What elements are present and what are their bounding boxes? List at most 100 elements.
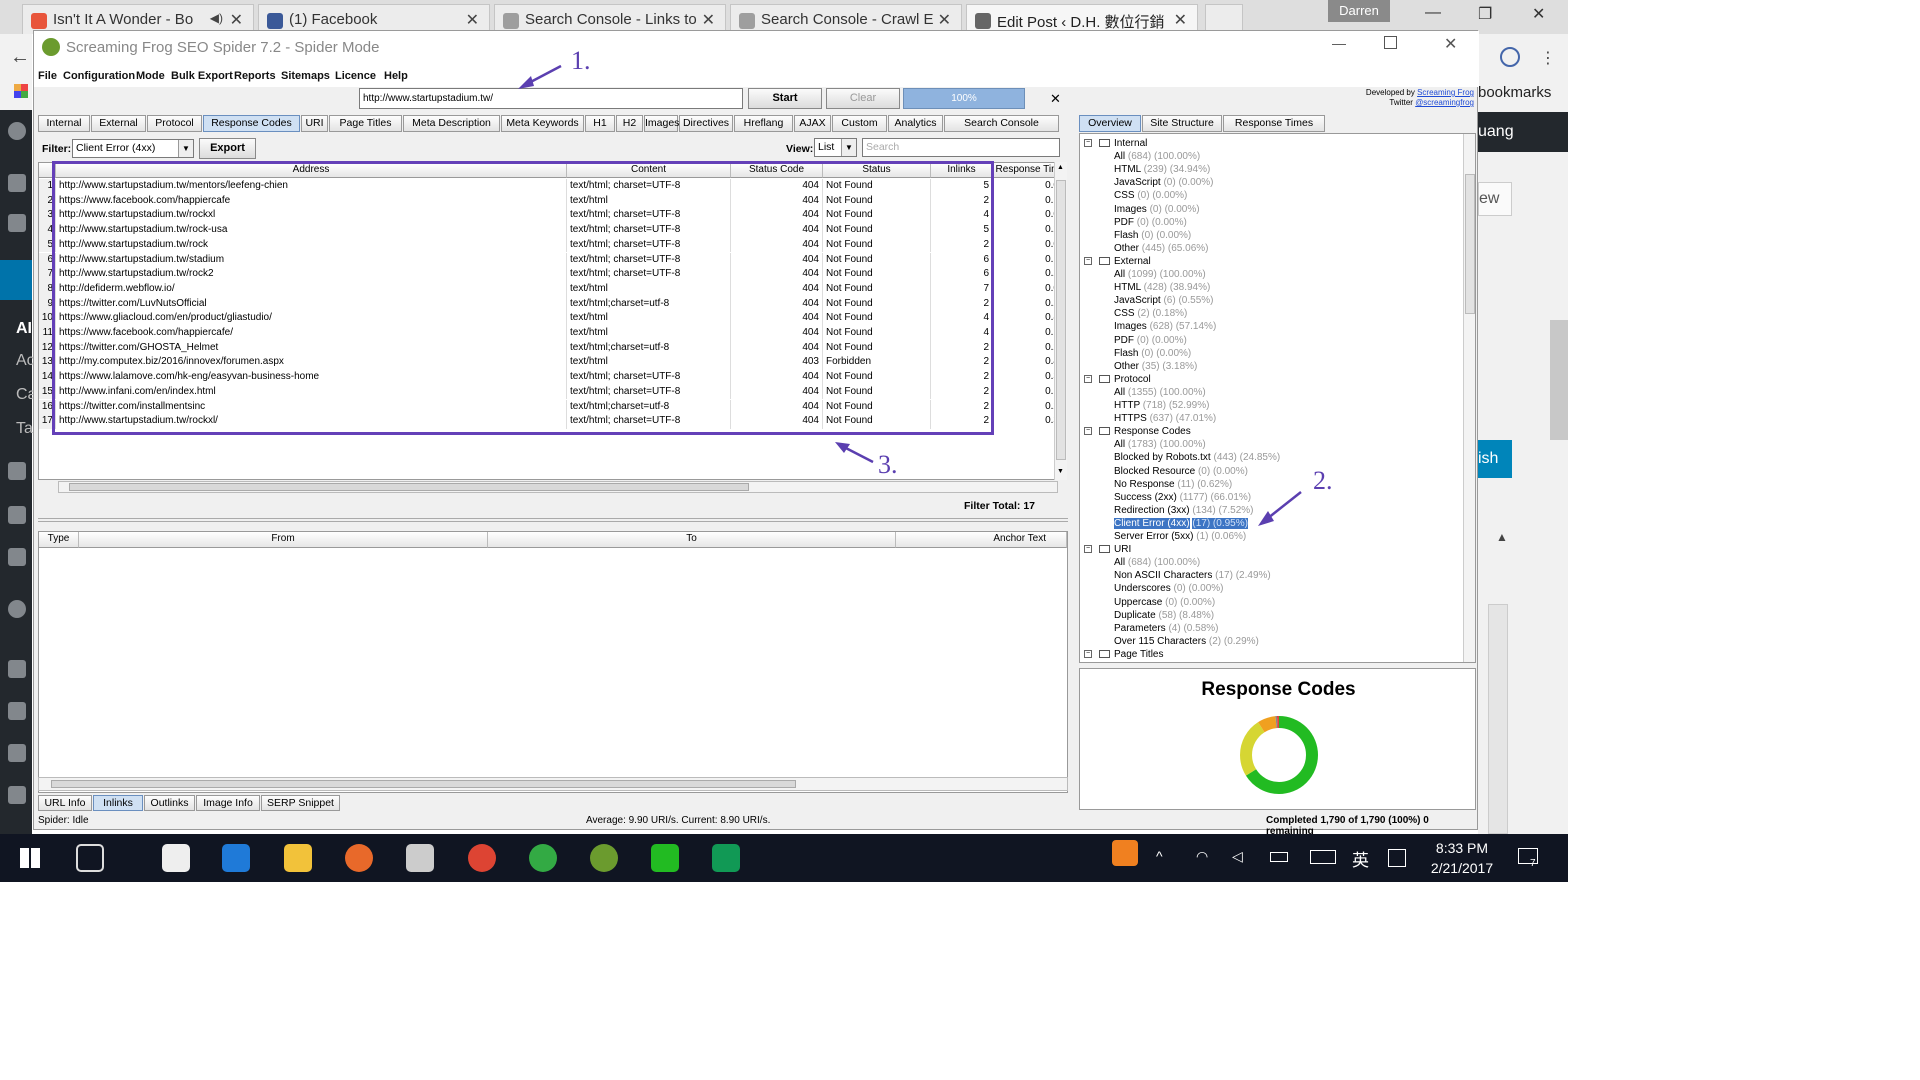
menu-configuration[interactable]: Configuration xyxy=(63,70,135,82)
edge-icon[interactable] xyxy=(222,844,250,872)
tab-uri[interactable]: URI xyxy=(301,115,328,132)
tab-h2[interactable]: H2 xyxy=(616,115,643,132)
tree-item[interactable]: CSS (2) (0.18%) xyxy=(1114,307,1187,320)
detail-header-type[interactable]: Type xyxy=(39,532,79,548)
tray-chevron-up-icon[interactable]: ^ xyxy=(1156,848,1163,864)
google-icon[interactable] xyxy=(8,600,26,618)
tab-response-codes[interactable]: Response Codes xyxy=(203,115,300,132)
tab-internal[interactable]: Internal xyxy=(38,115,90,132)
tree-group[interactable]: External xyxy=(1114,255,1151,268)
wp-user-area[interactable]: uang xyxy=(1478,112,1568,152)
hangouts-icon[interactable] xyxy=(712,844,740,872)
table-row[interactable]: 17 http://www.startupstadium.tw/rockxl/te… xyxy=(39,414,1063,429)
tree-item[interactable]: Over 115 Characters (2) (0.29%) xyxy=(1114,635,1259,648)
clear-url-icon[interactable]: ✕ xyxy=(1050,91,1061,107)
screaming-frog-taskbar-icon[interactable] xyxy=(590,844,618,872)
splitter[interactable] xyxy=(38,518,1068,522)
tab-audio-icon[interactable]: ◀) xyxy=(210,11,223,25)
tree-collapse-icon[interactable]: − xyxy=(1084,139,1092,147)
results-vertical-scrollbar[interactable]: ▲ ▼ xyxy=(1054,162,1067,480)
detail-tab-outlinks[interactable]: Outlinks xyxy=(144,795,195,811)
tab-search-console[interactable]: Search Console xyxy=(944,115,1059,132)
apps-icon[interactable] xyxy=(14,84,28,98)
tree-item[interactable]: Parameters (4) (0.58%) xyxy=(1114,622,1218,635)
tree-item[interactable]: Underscores (0) (0.00%) xyxy=(1114,582,1224,595)
developer-link[interactable]: Screaming Frog xyxy=(1417,88,1474,97)
table-row[interactable]: 14 https://www.lalamove.com/hk-eng/easyva… xyxy=(39,370,1063,385)
tree-group[interactable]: Protocol xyxy=(1114,373,1151,386)
plugins-icon[interactable] xyxy=(8,702,26,720)
tree-item[interactable]: Success (2xx) (1177) (66.01%) xyxy=(1114,491,1251,504)
menu-sitemaps[interactable]: Sitemaps xyxy=(281,70,330,82)
column-header-status[interactable]: Status xyxy=(823,163,931,178)
task-view-icon[interactable] xyxy=(76,844,104,872)
wifi-icon[interactable]: ◠ xyxy=(1196,848,1208,865)
tab-close-icon[interactable]: ✕ xyxy=(702,10,715,30)
tree-item[interactable]: Images (0) (0.00%) xyxy=(1114,203,1200,216)
clock-date[interactable]: 2/21/2017 xyxy=(1426,860,1498,876)
appearance-icon[interactable] xyxy=(8,660,26,678)
snipping-tool-icon[interactable] xyxy=(406,844,434,872)
tree-item[interactable]: PDF (0) (0.00%) xyxy=(1114,334,1187,347)
table-row[interactable]: 12 https://twitter.com/GHOSTA_Helmet text/… xyxy=(39,340,1063,356)
menu-dots-icon[interactable]: ⋮ xyxy=(1540,48,1556,68)
menu-licence[interactable]: Licence xyxy=(335,70,376,82)
table-row[interactable]: 9 https://twitter.com/LuvNutsOfficial text… xyxy=(39,296,1063,312)
tab-ajax[interactable]: AJAX xyxy=(794,115,831,132)
view-dropdown[interactable]: List ▼ xyxy=(814,138,857,157)
menu-bulk-export[interactable]: Bulk Export xyxy=(171,70,233,82)
tree-item[interactable]: All (684) (100.00%) xyxy=(1114,150,1200,163)
tab-page-titles[interactable]: Page Titles xyxy=(329,115,402,132)
detail-horizontal-scrollbar[interactable] xyxy=(38,777,1068,791)
tree-item[interactable]: Duplicate (58) (8.48%) xyxy=(1114,609,1214,622)
detail-tab-url-info[interactable]: URL Info xyxy=(38,795,92,811)
column-header-status-code[interactable]: Status Code xyxy=(731,163,823,178)
tree-group[interactable]: Response Codes xyxy=(1114,425,1191,438)
restore-icon[interactable]: ❐ xyxy=(1478,4,1492,24)
tree-item[interactable]: Blocked Resource (0) (0.00%) xyxy=(1114,465,1248,478)
tree-item[interactable]: Uppercase (0) (0.00%) xyxy=(1114,596,1215,609)
tab-directives[interactable]: Directives xyxy=(679,115,733,132)
comments-icon[interactable] xyxy=(8,548,26,566)
tree-item[interactable]: All (1099) (100.00%) xyxy=(1114,268,1206,281)
scroll-down-icon[interactable]: ▼ xyxy=(1057,468,1064,475)
tools-icon[interactable] xyxy=(8,786,26,804)
tab-external[interactable]: External xyxy=(91,115,146,132)
notification-app-icon[interactable] xyxy=(1112,840,1138,866)
browser-user-badge[interactable]: Darren xyxy=(1328,0,1390,22)
input-language[interactable]: 英 xyxy=(1352,846,1369,871)
detail-header-anchor-text[interactable]: Anchor Text xyxy=(896,532,1067,548)
pages-icon[interactable] xyxy=(8,506,26,524)
tab-analytics[interactable]: Analytics xyxy=(888,115,943,132)
tree-item[interactable]: HTML (239) (34.94%) xyxy=(1114,163,1210,176)
tree-item[interactable]: All (1355) (100.00%) xyxy=(1114,386,1206,399)
bookmarks-label[interactable]: bookmarks xyxy=(1478,84,1551,101)
chrome-icon[interactable] xyxy=(529,844,557,872)
close-icon[interactable]: ✕ xyxy=(1532,4,1545,24)
tree-item[interactable]: All (1783) (100.00%) xyxy=(1114,438,1206,451)
h-scroll-thumb[interactable] xyxy=(69,483,749,491)
tab-protocol[interactable]: Protocol xyxy=(147,115,202,132)
wordpress-logo-icon[interactable] xyxy=(8,122,26,140)
tree-item[interactable]: Flash (0) (0.00%) xyxy=(1114,347,1191,360)
table-row[interactable]: 11 https://www.facebook.com/happiercafe/t… xyxy=(39,326,1063,341)
detail-h-scroll-thumb[interactable] xyxy=(51,780,796,788)
chrome-user-icon[interactable] xyxy=(468,844,496,872)
app-minimize-icon[interactable]: — xyxy=(1332,35,1346,51)
tree-collapse-icon[interactable]: − xyxy=(1084,374,1092,383)
tab-close-icon[interactable]: ✕ xyxy=(466,10,479,30)
calculator-icon[interactable] xyxy=(162,844,190,872)
tree-collapse-icon[interactable]: − xyxy=(1084,545,1092,554)
updates-icon[interactable] xyxy=(8,214,26,232)
keyboard-icon[interactable] xyxy=(1310,850,1336,864)
detail-tab-image-info[interactable]: Image Info xyxy=(196,795,260,811)
windows-start-icon[interactable] xyxy=(20,848,40,868)
tree-item[interactable]: CSS (0) (0.00%) xyxy=(1114,189,1187,202)
results-horizontal-scrollbar[interactable] xyxy=(58,481,1058,493)
export-button[interactable]: Export xyxy=(199,138,256,159)
column-header-response-tim[interactable]: Response Tim xyxy=(993,163,1063,178)
table-row[interactable]: 6 http://www.startupstadium.tw/stadium tex… xyxy=(39,252,1063,268)
tree-scrollbar[interactable] xyxy=(1463,134,1475,662)
tab-meta-keywords[interactable]: Meta Keywords xyxy=(501,115,584,132)
file-explorer-icon[interactable] xyxy=(284,844,312,872)
